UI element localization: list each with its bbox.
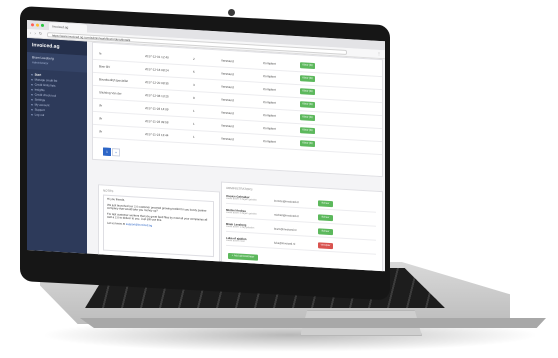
cell-num: 1 bbox=[193, 121, 195, 126]
admin-role-button[interactable]: Beheer bbox=[318, 214, 333, 221]
cell-status: Compleet bbox=[263, 100, 276, 105]
administrators-heading: Administrators bbox=[226, 185, 253, 192]
cell-sent: Verstuurd bbox=[221, 123, 234, 129]
cell-date: 2017-11-28 14:09 bbox=[145, 106, 169, 112]
admin-role-button[interactable]: Verwijder bbox=[318, 242, 333, 249]
cell-name: te bbox=[99, 51, 102, 56]
cell-date: 2017-12-18 08:24 bbox=[145, 67, 169, 73]
cell-sent: Verstuurd bbox=[221, 58, 234, 64]
admin-sub: Laatst actief: 2 dagen geleden bbox=[226, 211, 257, 216]
page-button[interactable]: 1 bbox=[103, 147, 111, 156]
admin-sub: Laatst actief: 1 dag geleden bbox=[226, 225, 255, 230]
bullet-icon bbox=[31, 83, 33, 86]
close-window-icon[interactable] bbox=[31, 23, 34, 27]
admin-email[interactable]: michiel@invoiced.nl bbox=[274, 213, 299, 218]
cell-sent: Verstuurd bbox=[221, 97, 234, 103]
bullet-icon bbox=[31, 88, 33, 91]
admin-email[interactable]: luka@invoiced.nl bbox=[274, 241, 295, 246]
cell-name: Bouwbedrijf specialist bbox=[99, 77, 128, 83]
cell-status: Compleet bbox=[263, 74, 276, 79]
row-action-button[interactable]: Klaar (B) bbox=[300, 139, 315, 147]
page-button[interactable]: » bbox=[112, 148, 120, 157]
laptop-screen: Invoiced.ag ‹ › ↻ https://www.invoiced.a… bbox=[27, 20, 385, 272]
cell-sent: Verstuurd bbox=[221, 84, 234, 90]
maximize-window-icon[interactable] bbox=[41, 23, 44, 28]
cell-status: Compleet bbox=[263, 139, 276, 144]
nav-arrows-icon[interactable]: ‹ › ↻ bbox=[30, 30, 43, 36]
cell-date: 2017-12-01 12:40 bbox=[145, 54, 169, 60]
notes-body[interactable]: Hi you friends, We just launched our 2.0… bbox=[103, 194, 214, 258]
bullet-icon bbox=[31, 103, 33, 106]
bullet-icon bbox=[31, 98, 33, 101]
sidebar: Invoiced.ag Bram Leesberg Administrator … bbox=[27, 38, 87, 254]
bullet-icon bbox=[31, 113, 33, 116]
cell-date: 2017-11-28 09:58 bbox=[145, 119, 169, 125]
cell-name: dv bbox=[99, 129, 103, 134]
minimize-window-icon[interactable] bbox=[36, 23, 39, 27]
notes-heading: Notes bbox=[103, 188, 114, 194]
cell-sent: Verstuurd bbox=[221, 71, 234, 77]
orders-table: 1» te 2017-12-01 12:40 2 Verstuurd Compleet K… bbox=[92, 41, 383, 178]
row-action-button[interactable]: Klaar (B) bbox=[300, 74, 315, 82]
admin-email[interactable]: invoice@invoiced.nl bbox=[274, 199, 299, 204]
cell-sent: Verstuurd bbox=[221, 136, 234, 142]
camera-icon bbox=[228, 9, 235, 16]
admin-sub: Laatst actief: nooit bbox=[226, 239, 245, 243]
row-action-button[interactable]: Klaar (B) bbox=[300, 61, 315, 69]
row-action-button[interactable]: Klaar (B) bbox=[300, 87, 315, 95]
bullet-icon bbox=[31, 108, 33, 111]
notes-card: Notes Hi you friends, We just launched o… bbox=[98, 184, 220, 264]
admin-sub: Laatst actief: 3 dagen geleden bbox=[226, 197, 257, 202]
admin-role-button[interactable]: Beheer bbox=[318, 228, 333, 235]
cell-status: Compleet bbox=[263, 87, 276, 92]
cell-num: 5 bbox=[193, 69, 195, 74]
cell-name: dv bbox=[99, 116, 103, 121]
bullet-icon bbox=[31, 73, 33, 76]
sidebar-user[interactable]: Bram Leesberg Administrator bbox=[27, 52, 87, 73]
add-administrator-button[interactable]: + Add administrator bbox=[228, 252, 258, 261]
browser-menu-icon[interactable]: ⋮ bbox=[377, 51, 381, 56]
cell-sent: Verstuurd bbox=[221, 110, 234, 116]
laptop-base-edge bbox=[80, 318, 546, 328]
bullet-icon bbox=[31, 93, 33, 96]
main-content: 1» te 2017-12-01 12:40 2 Verstuurd Compleet K… bbox=[88, 41, 385, 272]
bullet-icon bbox=[31, 78, 33, 81]
cell-num: 1 bbox=[193, 134, 195, 139]
cell-status: Compleet bbox=[263, 113, 276, 118]
cell-num: 3 bbox=[193, 82, 195, 87]
cell-date: 2017-12-20 08:35 bbox=[145, 80, 169, 86]
cell-date: 2017-12-08 13:25 bbox=[145, 93, 169, 99]
cell-name: dv bbox=[99, 103, 103, 108]
cell-num: 1 bbox=[193, 108, 195, 113]
cell-date: 2017-11-23 13:44 bbox=[145, 132, 169, 138]
pagination: 1» bbox=[103, 147, 120, 157]
cell-status: Compleet bbox=[263, 126, 276, 131]
window-controls bbox=[31, 23, 44, 28]
admin-email[interactable]: bram@invoiced.nl bbox=[274, 227, 296, 232]
row-action-button[interactable]: Klaar (B) bbox=[300, 100, 315, 108]
row-action-button[interactable]: Klaar (B) bbox=[300, 113, 315, 121]
note-link-prefix: Let us know at bbox=[107, 220, 126, 226]
row-action-button[interactable]: Klaar (B) bbox=[300, 126, 315, 134]
sidebar-item-label: Log out bbox=[34, 112, 45, 118]
admin-role-button[interactable]: Beheer bbox=[318, 200, 333, 207]
support-link[interactable]: support@invoiced.ag bbox=[126, 222, 152, 228]
cell-name: Stichting Van der bbox=[99, 90, 122, 96]
cell-num: 2 bbox=[193, 56, 195, 61]
cell-name: Boer BV bbox=[99, 64, 111, 69]
cell-num: 8 bbox=[193, 95, 195, 100]
sidebar-nav: Start Manage credit list Credit limits lis… bbox=[27, 72, 87, 121]
cell-status: Compleet bbox=[263, 61, 276, 66]
administrators-card: Administrators + Add administrator Invoi… bbox=[221, 181, 383, 272]
